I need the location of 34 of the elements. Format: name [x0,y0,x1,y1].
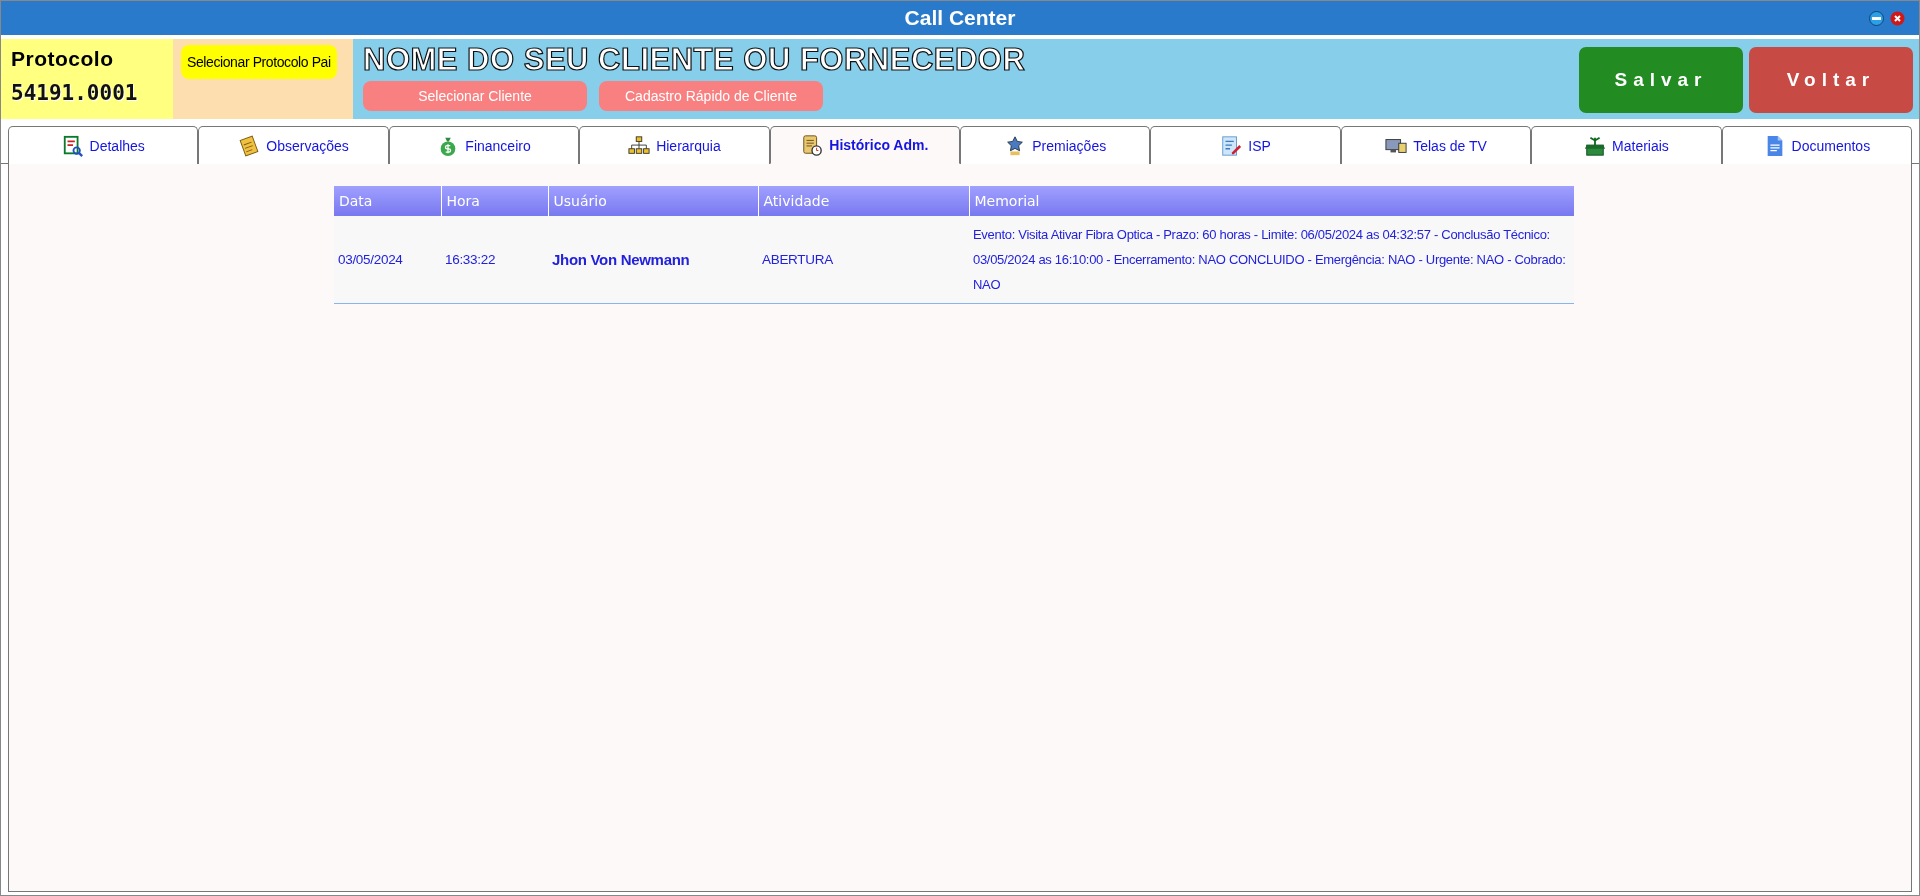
tab[interactable]: Detalhes [8,126,199,164]
document-pen-icon [1220,134,1243,157]
tab[interactable]: Premiações [960,126,1151,164]
hierarchy-icon [628,134,651,157]
column-header: Hora [441,186,548,216]
user-cell: Jhon Von Newmann [548,216,758,304]
document-magnifier-icon [61,134,84,157]
client-name: NOME DO SEU CLIENTE OU FORNECEDOR [363,41,1026,79]
plant-box-icon [1584,134,1607,157]
scroll-clock-icon [801,134,824,156]
window-title: Call Center [904,6,1016,30]
tab[interactable]: Histórico Adm. [769,126,961,164]
column-header: Atividade [758,186,969,216]
back-button[interactable]: Voltar [1749,47,1913,113]
activity-cell: ABERTURA [758,216,969,304]
tab[interactable]: Financeiro [388,126,580,164]
tab[interactable]: Documentos [1721,126,1913,164]
protocol-label: Protocolo [11,47,115,71]
column-header: Data [334,186,441,216]
close-icon[interactable] [1890,11,1905,26]
tab[interactable]: ISP [1150,126,1341,164]
time-cell: 16:33:22 [441,216,548,304]
save-button[interactable]: Salvar [1579,47,1743,113]
protocol-number: 54191.0001 [11,81,139,105]
column-header: Memorial [969,186,1574,216]
date-cell: 03/05/2024 [334,216,441,304]
minimize-icon[interactable] [1869,11,1884,26]
column-header: Usuário [548,186,758,216]
select-parent-protocol-button[interactable]: Selecionar Protocolo Pai [181,45,337,79]
tab[interactable]: Hierarquia [579,126,770,164]
tab[interactable]: Observações [198,126,389,164]
tab[interactable]: Telas de TV [1340,126,1532,164]
memorial-cell: Evento: Visita Ativar Fibra Optica - Prazo: 60 horas - Limite: 06/05/2024 as 04:32:57 - Conclusão Técnico: 03/05/2024 as 16:10:00 - Encerramento: NAO CONCLUIDO - Emergência: NAO - Urgente: NAO - Cobrado: NAO [969,216,1574,304]
tab[interactable]: Materiais [1531,126,1722,164]
